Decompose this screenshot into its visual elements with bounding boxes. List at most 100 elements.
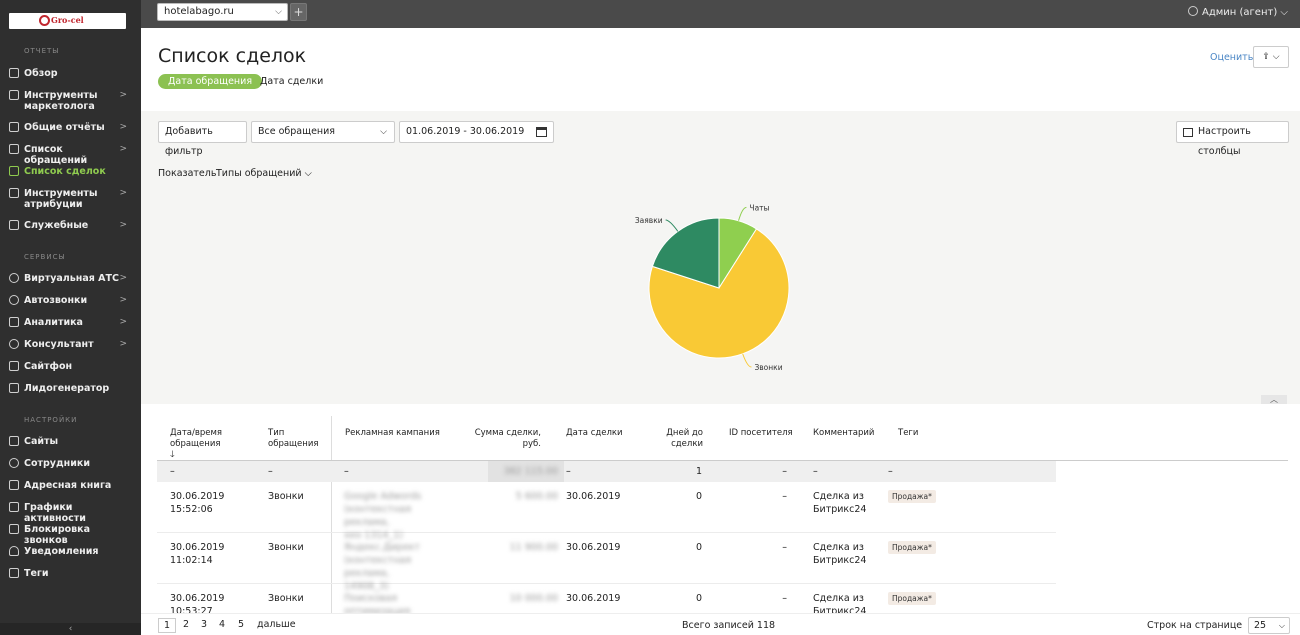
sidebar-item-call-blocking[interactable]: Блокировка звонков — [0, 523, 141, 546]
rows-per-page-label: Строк на странице — [1147, 620, 1243, 631]
total-days: 1 — [695, 466, 702, 477]
page-4[interactable]: 4 — [219, 619, 225, 630]
row-sum: 5 600.00 — [515, 491, 558, 502]
lead-generator-icon — [9, 383, 19, 393]
sidebar-item-autocalls[interactable]: Автозвонки > — [0, 294, 141, 308]
tag-badge[interactable]: Продажа* — [888, 490, 936, 503]
row-comment: Сделка из Битрикс24 — [813, 491, 867, 515]
page-1[interactable]: 1 — [158, 618, 177, 633]
user-menu[interactable]: Админ (агент) ⌵ — [1188, 6, 1288, 18]
site-select[interactable]: hotelabago.ru ⌵ — [157, 3, 288, 21]
header-campaign[interactable]: Рекламная кампания — [345, 428, 455, 439]
tab-contact-date[interactable]: Дата обращения — [158, 74, 263, 89]
chevron-down-icon: ⌵ — [1272, 52, 1280, 62]
header-tags[interactable]: Теги — [898, 428, 938, 439]
add-filter-button[interactable]: Добавить фильтр — [158, 121, 247, 157]
row-deal-date: 30.06.2019 — [566, 593, 621, 604]
tag-badge[interactable]: Продажа* — [888, 592, 936, 605]
header-type[interactable]: Тип обращения — [268, 428, 328, 450]
autocall-icon — [9, 295, 19, 305]
row-comment: Сделка из Битрикс24 — [813, 542, 867, 566]
tag-badge[interactable]: Продажа* — [888, 541, 936, 554]
sidebar-item-notifications[interactable]: Уведомления — [0, 545, 141, 559]
user-name: Админ (агент) — [1202, 7, 1278, 18]
table-row[interactable]: 30.06.2019 11:02:14 Звонки Яндекс.Директ(… — [157, 533, 1056, 592]
chevron-right-icon: > — [119, 273, 127, 283]
row-type: Звонки — [268, 593, 304, 604]
header-deal-date[interactable]: Дата сделки — [566, 428, 636, 439]
sidebar-item-service[interactable]: Служебные > — [0, 219, 141, 233]
total-tags: – — [888, 466, 893, 477]
chat-icon — [9, 339, 19, 349]
sidebar-item-label: Блокировка звонков — [24, 524, 91, 546]
section-title-settings: НАСТРОЙКИ — [24, 416, 78, 424]
sidebar-collapse-button[interactable]: ‹ — [0, 623, 141, 635]
sidebar-item-activity-schedules[interactable]: Графики активности — [0, 501, 141, 524]
sidebar-item-overview[interactable]: Обзор — [0, 67, 141, 81]
rows-per-page-select[interactable]: 25 ⌵ — [1248, 617, 1290, 634]
page-3[interactable]: 3 — [201, 619, 207, 630]
date-range-input[interactable]: 01.06.2019 - 30.06.2019 — [399, 121, 554, 143]
configure-columns-button[interactable]: Настроить столбцы — [1176, 121, 1289, 157]
sidebar-item-contacts-list[interactable]: Список обращений > — [0, 143, 141, 166]
sidebar-item-sites[interactable]: Сайты — [0, 435, 141, 449]
page-2[interactable]: 2 — [183, 619, 189, 630]
topbar: hotelabago.ru ⌵ + Админ (агент) ⌵ — [141, 0, 1300, 28]
sidebar-item-lead-generator[interactable]: Лидогенератор — [0, 382, 141, 396]
sidebar-item-address-book[interactable]: Адресная книга — [0, 479, 141, 493]
total-deal-date: – — [566, 466, 571, 477]
sidebar-item-tags[interactable]: Теги — [0, 567, 141, 581]
chevron-right-icon: > — [119, 90, 127, 100]
pie-leader-line-2 — [665, 219, 679, 232]
sidebar-item-label: Инструменты атрибуции — [24, 188, 98, 210]
header-days[interactable]: Дней до сделки — [653, 428, 703, 450]
sidebar-item-label: Сотрудники — [24, 458, 90, 469]
tab-deal-date[interactable]: Дата сделки — [260, 74, 323, 89]
sidebar-item-consultant[interactable]: Консультант > — [0, 338, 141, 352]
rate-link[interactable]: Оценить — [1210, 52, 1253, 63]
sidebar-item-deals-list[interactable]: Список сделок — [0, 165, 141, 179]
total-campaign: – — [344, 466, 349, 477]
sidebar-item-label: Аналитика — [24, 317, 83, 328]
export-button[interactable]: ⇪ ⌵ — [1253, 46, 1289, 68]
add-site-button[interactable]: + — [290, 3, 307, 21]
sidebar-item-sitephone[interactable]: Сайтфон — [0, 360, 141, 374]
header-date-label: Дата/время обращения — [170, 428, 223, 449]
sidebar-item-attribution-tools[interactable]: Инструменты атрибуции > — [0, 187, 141, 211]
contact-type-select[interactable]: Все обращения ⌵ — [251, 121, 395, 143]
sites-icon — [9, 436, 19, 446]
sidebar-item-label: Графики активности — [24, 502, 86, 524]
row-days: 0 — [695, 491, 702, 502]
sidebar-item-marketer-tools[interactable]: Инструменты маркетолога > — [0, 89, 141, 113]
sidebar-item-analytics[interactable]: Аналитика > — [0, 316, 141, 330]
sidebar-item-label: Служебные — [24, 220, 89, 231]
header-comment[interactable]: Комментарий — [813, 428, 883, 439]
sidebar-item-general-reports[interactable]: Общие отчёты > — [0, 121, 141, 135]
logo[interactable]: Gro-cel — [9, 13, 126, 29]
contact-type-value: Все обращения — [258, 126, 336, 137]
overview-icon — [9, 68, 19, 78]
service-icon — [9, 220, 19, 230]
header-sum[interactable]: Сумма сделки, руб. — [471, 428, 541, 450]
metric-select[interactable]: Типы обращений ⌵ — [216, 168, 312, 179]
row-deal-date: 30.06.2019 — [566, 542, 621, 553]
page-5[interactable]: 5 — [238, 619, 244, 630]
user-icon — [1188, 6, 1198, 16]
metric-label: Показатель — [158, 168, 217, 179]
row-visitor: – — [782, 542, 787, 553]
row-sum: 10 000.00 — [509, 593, 558, 604]
next-page-link[interactable]: дальше — [257, 619, 296, 630]
phone-icon — [9, 273, 19, 283]
row-type: Звонки — [268, 491, 304, 502]
table-row[interactable]: 30.06.2019 15:52:06 Звонки Google Adwords… — [157, 482, 1056, 541]
sidebar-item-virtual-pbx[interactable]: Виртуальная АТС > — [0, 272, 141, 286]
section-title-services: СЕРВИСЫ — [24, 253, 66, 261]
sidebar-item-label: Виртуальная АТС — [24, 273, 119, 284]
page-title: Список сделок — [158, 45, 307, 67]
row-deal-date: 30.06.2019 — [566, 491, 621, 502]
sidebar-item-label: Список обращений — [24, 144, 88, 166]
sidebar-item-employees[interactable]: Сотрудники — [0, 457, 141, 471]
header-visitor-id[interactable]: ID посетителя — [729, 428, 799, 439]
header-date[interactable]: Дата/время обращения 🡓 — [170, 428, 240, 461]
chevron-right-icon: > — [119, 339, 127, 349]
